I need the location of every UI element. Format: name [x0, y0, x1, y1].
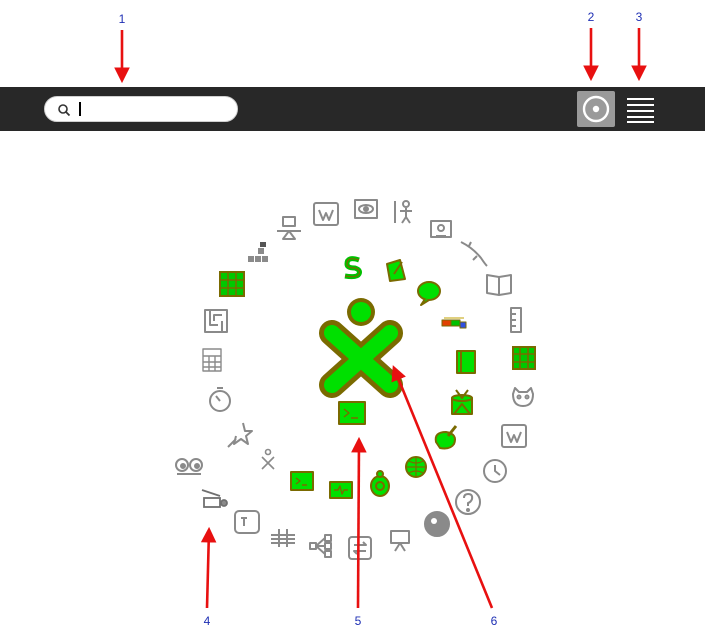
stopwatch-icon[interactable]: [209, 387, 231, 412]
annotation-label-3: 3: [635, 10, 643, 24]
moon-icon[interactable]: [424, 511, 450, 537]
mindmap-icon[interactable]: [309, 534, 332, 558]
annotation-label-1: 1: [118, 12, 126, 26]
maze-icon[interactable]: [204, 309, 228, 333]
physics-icon[interactable]: [277, 216, 301, 240]
journal-icon[interactable]: [456, 350, 476, 374]
typing-icon[interactable]: [234, 510, 260, 534]
ruler-icon[interactable]: [510, 307, 522, 333]
terminal-center-icon[interactable]: [338, 401, 366, 425]
eyes-icon[interactable]: [175, 458, 203, 475]
fractions-icon[interactable]: [441, 317, 467, 329]
annotation-arrow-5: [351, 436, 367, 609]
book-icon[interactable]: [486, 274, 512, 296]
annotation-label-6: 6: [490, 614, 498, 628]
activity-ring: [114, 28, 647, 609]
presentation-icon[interactable]: [390, 530, 410, 552]
annotation-arrow-6: [391, 365, 494, 609]
xo-owner-icon[interactable]: [319, 298, 403, 398]
annotation-label-5: 5: [354, 614, 362, 628]
wikipedia-es-icon[interactable]: [501, 424, 527, 448]
annotation-arrow-4: [200, 526, 217, 609]
annotation-label-2: 2: [587, 10, 595, 24]
grid-game-icon[interactable]: [512, 346, 536, 370]
blocks-icon[interactable]: [248, 242, 268, 262]
chat-icon[interactable]: [417, 281, 441, 306]
scratch-icon[interactable]: [344, 256, 362, 280]
calculator-icon[interactable]: [202, 348, 222, 372]
record-icon[interactable]: [329, 481, 353, 499]
dolphin-icon[interactable]: [460, 241, 488, 267]
cat-icon[interactable]: [512, 387, 534, 407]
paint-icon[interactable]: [434, 425, 458, 450]
swap-icon[interactable]: [348, 536, 372, 560]
music-creator-icon[interactable]: [201, 489, 228, 508]
browse-icon[interactable]: [405, 456, 427, 478]
portfolio-icon[interactable]: [430, 220, 452, 238]
eye-icon[interactable]: [354, 199, 378, 219]
turtle-icon[interactable]: [370, 470, 390, 497]
green-grid-icon[interactable]: [219, 271, 245, 297]
annotation-label-4: 4: [203, 614, 211, 628]
drum-icon[interactable]: [451, 389, 473, 415]
music-staff-icon[interactable]: [271, 529, 295, 547]
write-icon[interactable]: [386, 259, 406, 282]
star-icon[interactable]: [227, 422, 253, 448]
annotation-arrows: [114, 28, 647, 609]
help-icon[interactable]: [455, 489, 481, 515]
wikipedia-icon[interactable]: [313, 202, 339, 226]
measure-person-icon[interactable]: [394, 200, 412, 224]
jump-icon[interactable]: [261, 448, 275, 470]
clock-icon[interactable]: [483, 459, 507, 483]
terminal-icon[interactable]: [290, 471, 314, 491]
